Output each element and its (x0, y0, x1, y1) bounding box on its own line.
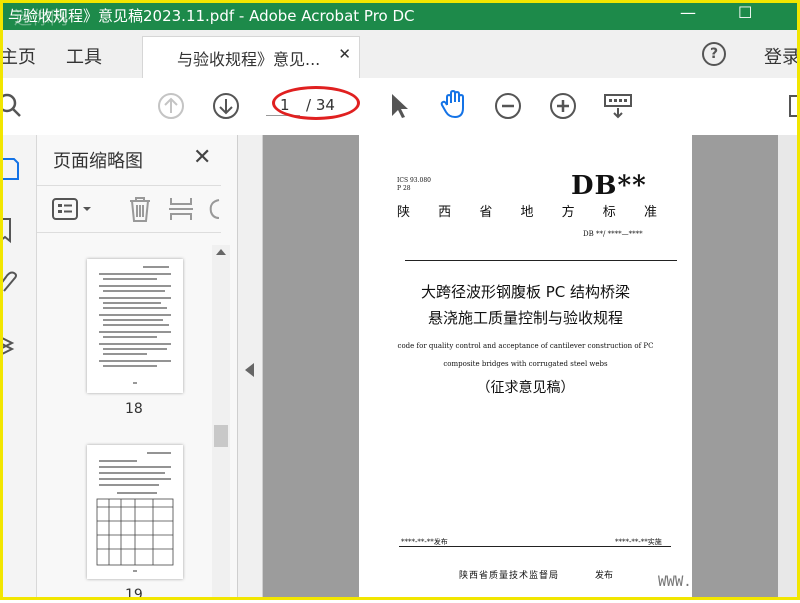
keyboard-icon[interactable] (602, 90, 634, 122)
standard-number: DB **/ ****—**** (583, 230, 643, 238)
next-page-icon[interactable] (210, 90, 242, 122)
scroll-up-icon[interactable] (216, 249, 226, 255)
document-scrollbar[interactable] (778, 135, 800, 600)
thumbnail-scrollbar[interactable] (212, 245, 230, 600)
tab-bar: 主页 工具 与验收规程》意见... ✕ ? 登录 (0, 30, 800, 79)
window-title: 与验收规程》意见稿2023.11.pdf - Adobe Acrobat Pro… (8, 7, 415, 25)
page-thumbnails-icon[interactable] (0, 155, 30, 185)
header-rule (405, 260, 677, 261)
share-icon[interactable] (786, 90, 800, 122)
ics-code: ICS 93.080 P 28 (397, 177, 431, 192)
watermark-text: 迷你网 (14, 8, 68, 29)
page-thumbnail-18[interactable] (87, 259, 183, 393)
document-title-line1: 大跨径波形钢腹板 PC 结构桥梁 (420, 283, 631, 301)
previous-page-icon[interactable] (155, 90, 187, 122)
page-thumbnail-19[interactable] (87, 445, 183, 579)
issuing-authority: 陕西省质量技术监督局 (459, 571, 560, 581)
panel-toolbar (37, 185, 221, 233)
title-bar: 与验收规程》意见稿2023.11.pdf - Adobe Acrobat Pro… (0, 0, 800, 30)
toolbar: / 34 (0, 78, 800, 136)
pdf-page: ICS 93.080 P 28 DB** 陕 西 省 地 方 标 准 DB **… (359, 135, 692, 600)
rotate-page-icon[interactable] (203, 194, 223, 224)
hand-tool-icon[interactable] (438, 88, 470, 120)
zoom-in-icon[interactable] (547, 90, 579, 122)
collapse-panel-button[interactable] (238, 135, 263, 600)
english-title-line1: code for quality control and acceptance … (397, 342, 654, 350)
panel-title: 页面缩略图 (53, 151, 143, 172)
annotation-red-oval (272, 86, 360, 120)
extract-page-icon[interactable] (167, 194, 197, 224)
scrollbar-thumb[interactable] (214, 425, 228, 447)
issued-label: 发布 (595, 571, 614, 581)
draft-label: （征求意见稿） (476, 380, 575, 396)
thumbnail-label-19: 19 (125, 587, 143, 603)
close-panel-icon[interactable]: ✕ (193, 145, 211, 170)
thumbnail-label-18: 18 (125, 401, 143, 417)
standard-type: 陕 西 省 地 方 标 准 (397, 205, 657, 220)
help-icon[interactable]: ? (702, 42, 726, 66)
tab-document-label: 与验收规程》意见... (177, 50, 321, 69)
www-watermark: WWW. (658, 574, 692, 590)
bookmark-icon[interactable] (0, 215, 30, 245)
zoom-out-icon[interactable] (492, 90, 524, 122)
tab-document[interactable]: 与验收规程》意见... ✕ (142, 36, 360, 78)
tab-tools[interactable]: 工具 (66, 43, 102, 69)
minimize-button[interactable]: — (680, 3, 696, 22)
search-icon[interactable] (0, 90, 28, 122)
collapse-arrow-icon (245, 363, 254, 377)
attachment-icon[interactable] (0, 271, 30, 301)
navigation-rail (0, 135, 37, 600)
document-title-line2: 悬浇施工质量控制与验收规程 (427, 309, 623, 327)
maximize-button[interactable]: ☐ (738, 3, 752, 22)
page-thumbnails-panel: 页面缩略图 ✕ 18 19 (37, 135, 238, 603)
login-button[interactable]: 登录 (764, 43, 800, 69)
footer-rule (399, 546, 671, 547)
select-cursor-icon[interactable] (384, 90, 416, 122)
tab-home[interactable]: 主页 (0, 43, 36, 69)
layers-icon[interactable] (0, 331, 30, 361)
english-title-line2: composite bridges with corrugated steel … (443, 360, 608, 368)
delete-page-icon[interactable] (125, 194, 155, 224)
close-tab-icon[interactable]: ✕ (338, 45, 351, 63)
db-logo: DB** (571, 171, 647, 201)
thumbnail-options-icon[interactable] (51, 196, 97, 222)
